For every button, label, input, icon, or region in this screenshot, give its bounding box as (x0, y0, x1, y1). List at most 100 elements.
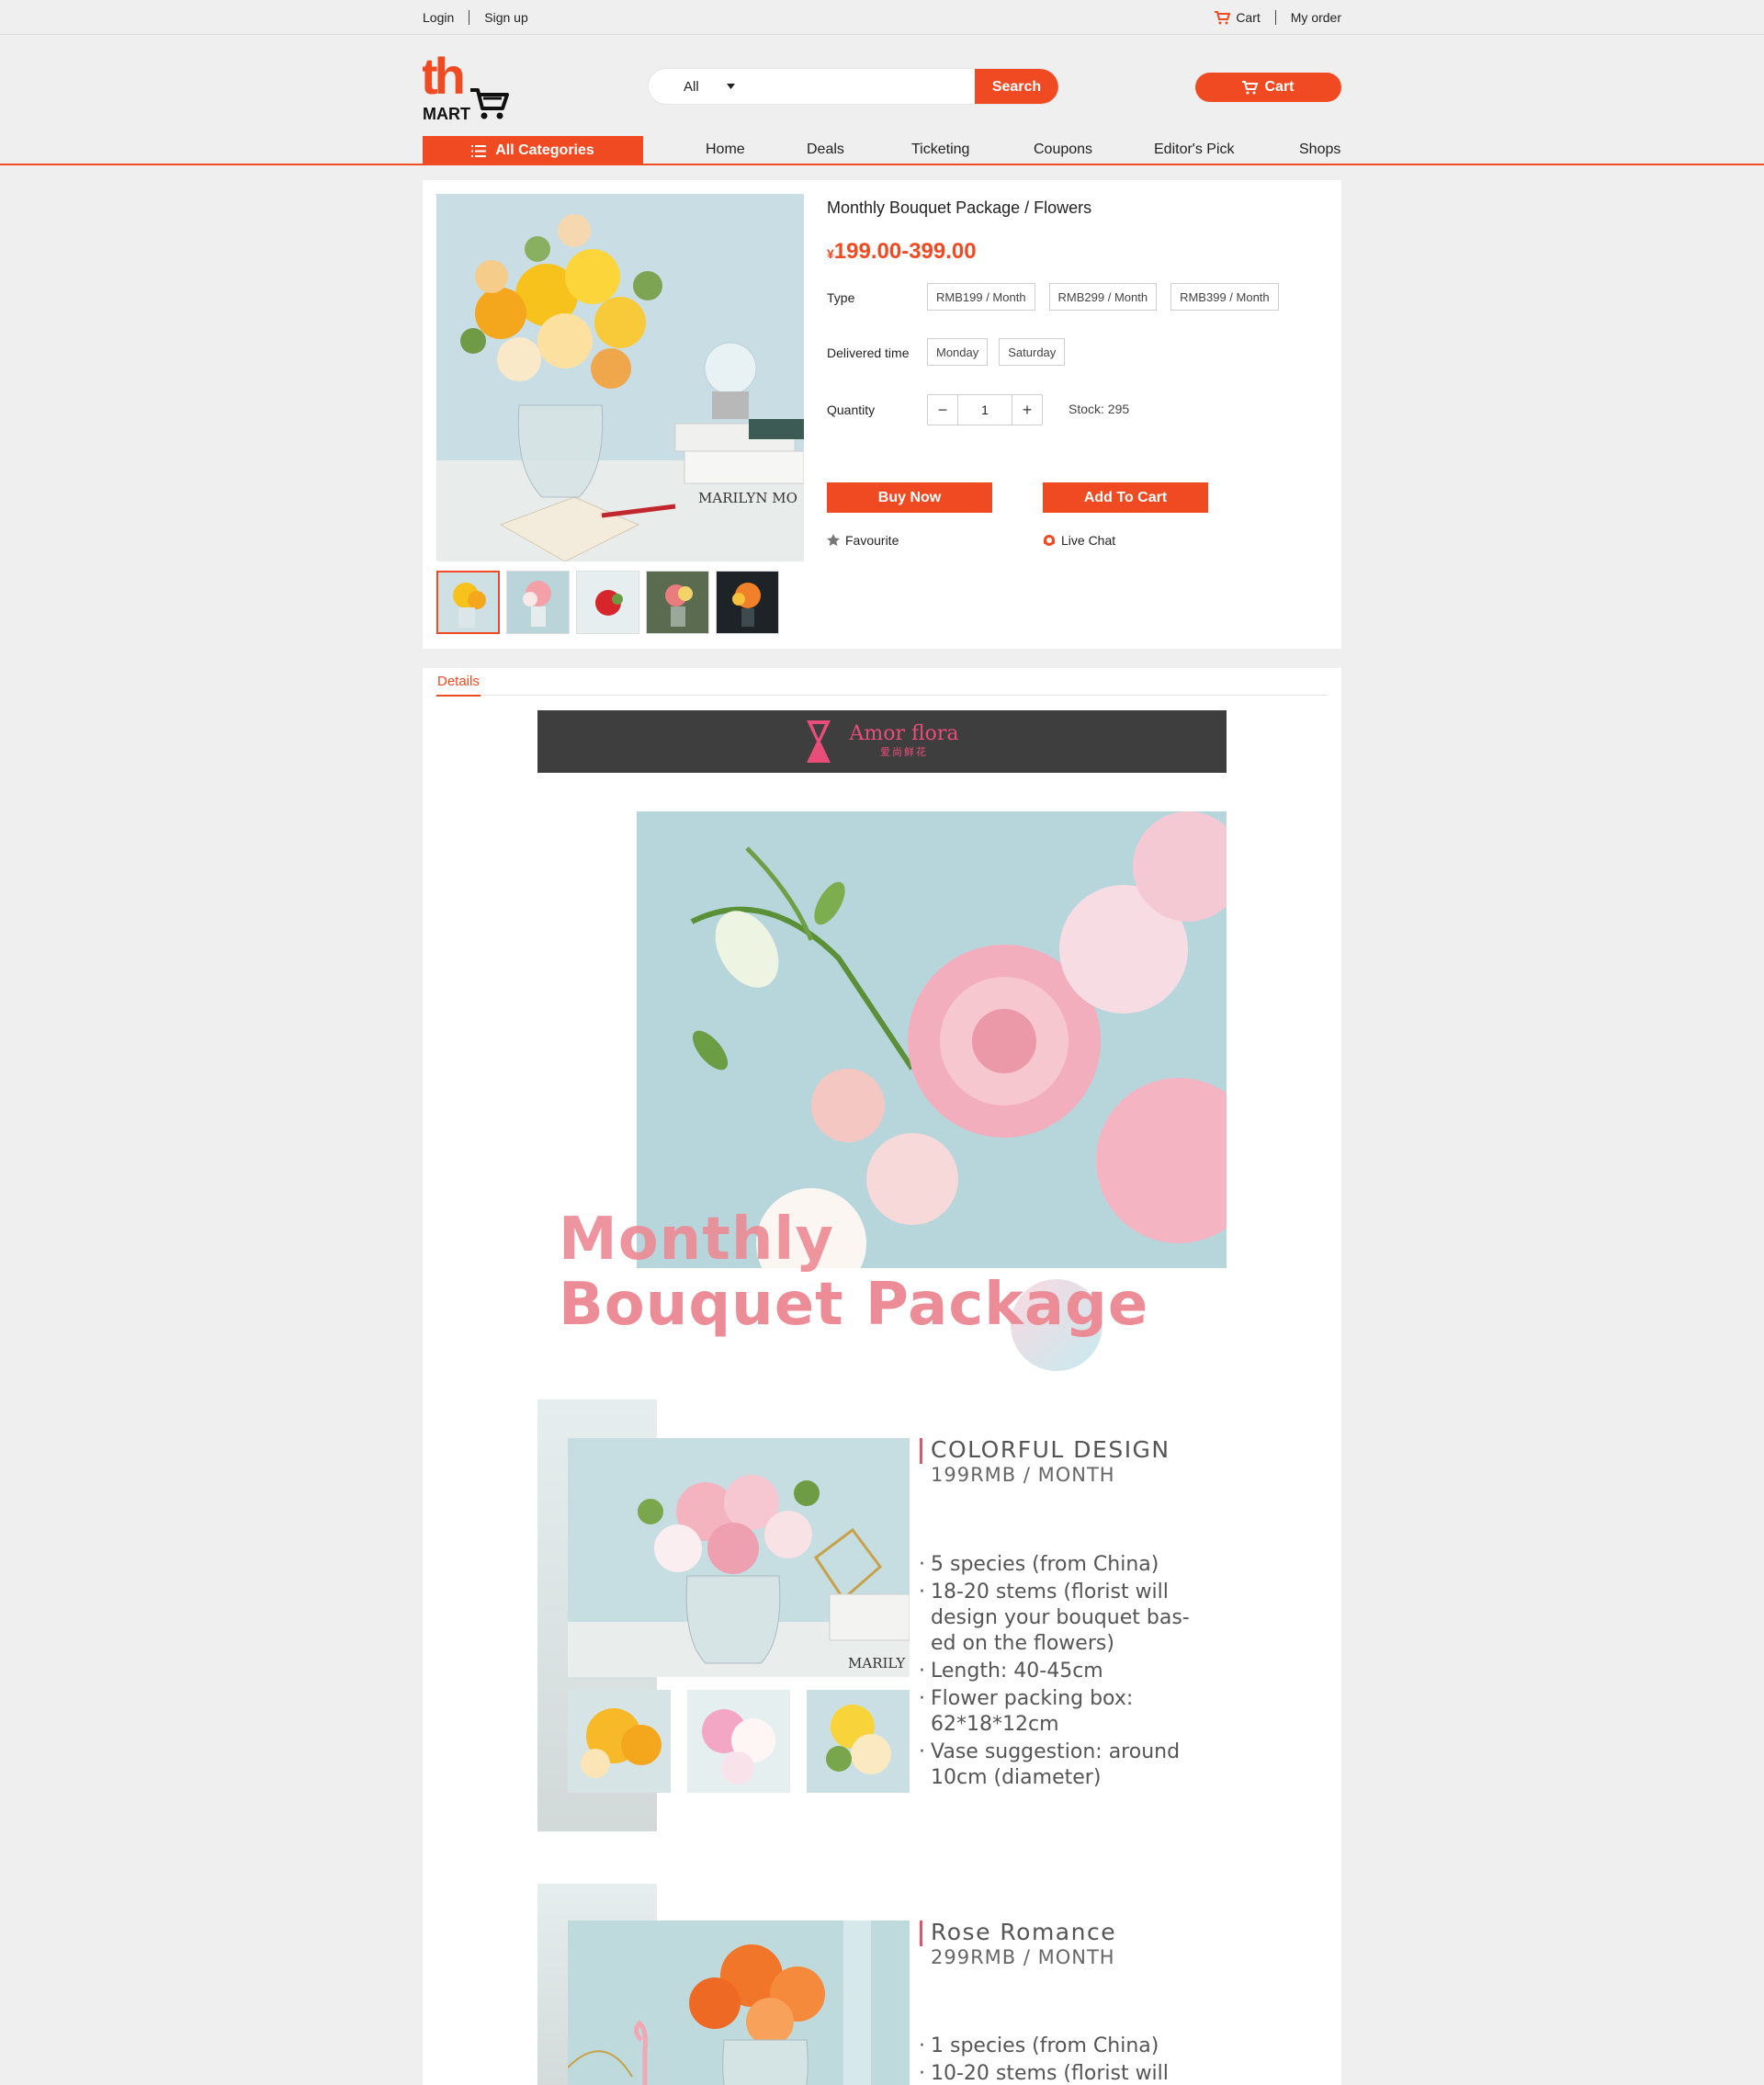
delivery-label: Delivered time (827, 346, 910, 360)
nav-home[interactable]: Home (706, 142, 745, 158)
section1-thumb-2 (687, 1690, 790, 1793)
brand-subtitle: 爱尚鲜花 (880, 746, 928, 758)
divider (1274, 10, 1276, 25)
section1-accent-bar (920, 1438, 922, 1464)
order-links: Cart My order (1215, 10, 1341, 25)
feature-item: Length: 40-45cm (919, 1659, 1213, 1684)
feature-item: 5 species (from China) (919, 1552, 1213, 1578)
details-panel: Details Amor flora 爱尚鲜花 Monthly Bouquet … (423, 668, 1341, 2085)
section2-main-photo (568, 1921, 910, 2085)
svg-text:MARILYN MO: MARILYN MO (698, 490, 797, 506)
section2-subtitle: 299RMB / MONTH (931, 1946, 1115, 1968)
caret-down-icon (726, 84, 735, 89)
type-options: RMB199 / Month RMB299 / Month RMB399 / M… (927, 283, 1279, 311)
feature-item: 10-20 stems (florist will (919, 2061, 1213, 2085)
chat-icon (1044, 535, 1055, 546)
quantity-stepper: − 1 + (927, 394, 1043, 425)
logo-word: MART (423, 105, 470, 121)
hero-title-line2: Bouquet Package (559, 1271, 1149, 1339)
signup-link[interactable]: Sign up (484, 10, 527, 25)
quantity-increase-button[interactable]: + (1012, 395, 1042, 425)
thumbnail-3[interactable] (576, 571, 639, 634)
bouquet-photo: MARILYN MO (436, 194, 804, 561)
feature-item: 18-20 stems (florist will design your bo… (919, 1580, 1213, 1657)
add-to-cart-button[interactable]: Add To Cart (1043, 482, 1208, 513)
search-category-value: All (684, 78, 699, 95)
buy-now-button[interactable]: Buy Now (827, 482, 992, 513)
main-nav: All Categories Home Deals Ticketing Coup… (0, 136, 1764, 165)
logo-mark: th (423, 53, 463, 105)
cart-button-label: Cart (1264, 79, 1295, 95)
detail-tabs: Details (436, 668, 1328, 697)
brand-text: Amor flora 爱尚鲜花 (849, 724, 958, 759)
section2-accent-bar (920, 1921, 922, 1946)
delivery-option-monday[interactable]: Monday (927, 338, 989, 366)
section1-thumb-1 (568, 1690, 671, 1793)
thumbnail-4[interactable] (646, 571, 709, 634)
login-link[interactable]: Login (423, 10, 454, 25)
all-categories-label: All Categories (495, 142, 594, 158)
type-option-199[interactable]: RMB199 / Month (927, 283, 1035, 311)
brand-banner: Amor flora 爱尚鲜花 (537, 710, 1227, 773)
feature-item: Vase suggestion: around 10cm (diameter) (919, 1739, 1213, 1791)
quantity-value[interactable]: 1 (957, 395, 1012, 425)
feature-item: Flower packing box: 62*18*12cm (919, 1686, 1213, 1738)
cart-icon (1242, 80, 1259, 94)
live-chat-link[interactable]: Live Chat (1043, 533, 1115, 548)
section1-main-photo: MARILY (568, 1438, 910, 1677)
type-label: Type (827, 290, 855, 305)
top-cart-label: Cart (1236, 10, 1261, 25)
top-utility-bar: Login Sign up Cart My order (0, 0, 1764, 35)
cart-button[interactable]: Cart (1195, 73, 1341, 102)
nav-shops[interactable]: Shops (1299, 142, 1340, 158)
favourite-link[interactable]: Favourite (827, 533, 899, 548)
star-icon (827, 534, 840, 547)
search-category-select[interactable]: All (649, 69, 754, 104)
hourglass-logo-icon (807, 720, 831, 763)
brand-name: Amor flora (849, 722, 959, 745)
product-price: ¥199.00-399.00 (827, 239, 977, 265)
nav-deals[interactable]: Deals (807, 142, 844, 158)
section1-features: 5 species (from China) 18-20 stems (flor… (919, 1552, 1213, 1793)
section1-subtitle: 199RMB / MONTH (931, 1464, 1115, 1486)
my-order-link[interactable]: My order (1291, 10, 1341, 25)
currency-symbol: ¥ (827, 246, 834, 261)
nav-ticketing[interactable]: Ticketing (911, 142, 969, 158)
nav-editors-pick[interactable]: Editor's Pick (1154, 142, 1235, 158)
delivery-options: Monday Saturday (927, 338, 1066, 366)
search-button[interactable]: Search (975, 69, 1058, 104)
product-panel: MARILYN MO Monthly Bouquet Package / Flo… (423, 180, 1341, 649)
tab-details[interactable]: Details (436, 674, 481, 697)
section2-title: Rose Romance (931, 1919, 1117, 1945)
section1-title: COLORFUL DESIGN (931, 1436, 1170, 1463)
live-chat-label: Live Chat (1061, 533, 1116, 548)
product-title: Monthly Bouquet Package / Flowers (827, 198, 1092, 217)
hero-flower-image (637, 811, 1227, 1268)
nav-coupons[interactable]: Coupons (1034, 142, 1092, 158)
type-option-299[interactable]: RMB299 / Month (1048, 283, 1158, 311)
favourite-label: Favourite (845, 533, 899, 548)
quantity-label: Quantity (827, 402, 876, 417)
product-main-image[interactable]: MARILYN MO (436, 194, 804, 561)
type-option-399[interactable]: RMB399 / Month (1170, 283, 1279, 311)
site-logo[interactable]: th MART (421, 47, 511, 123)
top-cart-link[interactable]: Cart (1215, 10, 1261, 25)
all-categories-button[interactable]: All Categories (423, 136, 643, 165)
account-links: Login Sign up (423, 10, 528, 25)
thumbnail-strip (436, 571, 779, 634)
hero-title-line1: Monthly (559, 1206, 835, 1274)
section2-features: 1 species (from China) 10-20 stems (flor… (919, 2034, 1213, 2085)
thumbnail-5[interactable] (716, 571, 779, 634)
stock-count: Stock: 295 (1069, 402, 1130, 416)
cart-icon (1215, 10, 1231, 24)
photo-caption: MARILY (848, 1655, 906, 1671)
logo-cart-icon (470, 88, 509, 119)
menu-list-icon (471, 144, 487, 157)
logo-graphic: th MART (421, 47, 509, 123)
thumbnail-2[interactable] (506, 571, 570, 634)
quantity-decrease-button[interactable]: − (928, 395, 957, 425)
price-range: 199.00-399.00 (833, 239, 977, 264)
section1-thumb-3 (807, 1690, 910, 1793)
delivery-option-saturday[interactable]: Saturday (999, 338, 1066, 366)
thumbnail-1[interactable] (436, 571, 500, 634)
